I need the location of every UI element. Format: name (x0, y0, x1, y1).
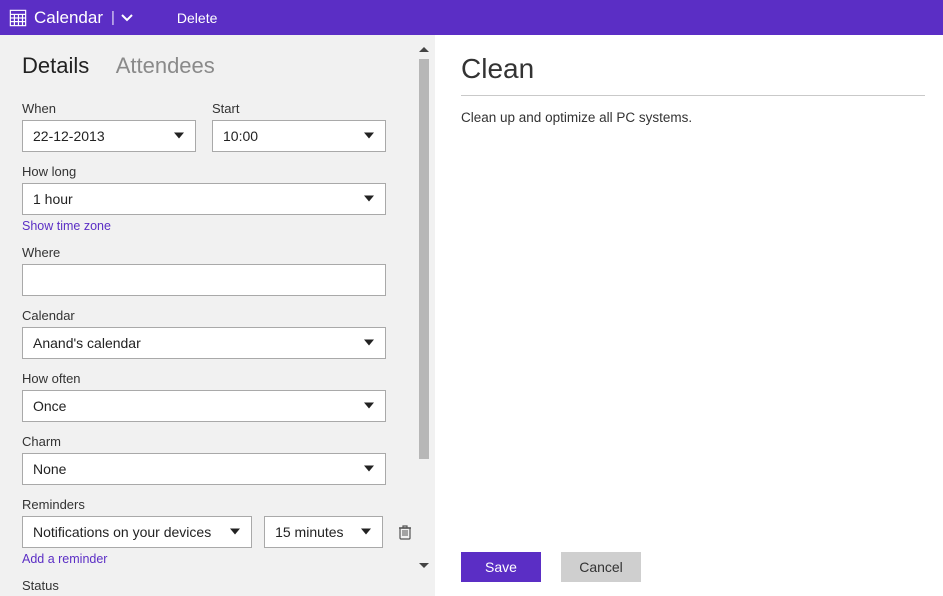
start-value: 10:00 (223, 128, 375, 144)
details-pane: Details Attendees When 22-12-2013 Start … (0, 35, 435, 596)
calendar-icon (8, 8, 28, 28)
show-timezone-link[interactable]: Show time zone (22, 219, 111, 233)
app-header: Calendar | Delete (0, 0, 943, 35)
reminders-label: Reminders (22, 497, 415, 512)
add-reminder-link[interactable]: Add a reminder (22, 552, 107, 566)
chevron-down-icon (363, 192, 375, 207)
status-label: Status (22, 578, 415, 593)
reminder-type-select[interactable]: Notifications on your devices (22, 516, 252, 548)
start-label: Start (212, 101, 386, 116)
reminder-time-select[interactable]: 15 minutes (264, 516, 383, 548)
charm-value: None (33, 461, 375, 477)
chevron-down-icon (363, 129, 375, 144)
howoften-label: How often (22, 371, 415, 386)
reminder-time-value: 15 minutes (275, 524, 372, 540)
where-input[interactable] (22, 264, 386, 296)
chevron-down-icon (173, 129, 185, 144)
when-label: When (22, 101, 196, 116)
where-label: Where (22, 245, 415, 260)
trash-icon (398, 524, 412, 540)
action-bar: Save Cancel (461, 552, 641, 582)
cancel-button[interactable]: Cancel (561, 552, 641, 582)
scroll-down-icon[interactable] (417, 558, 431, 572)
howlong-select[interactable]: 1 hour (22, 183, 386, 215)
header-divider: | (111, 9, 115, 26)
calendar-value: Anand's calendar (33, 335, 375, 351)
calendar-select[interactable]: Anand's calendar (22, 327, 386, 359)
tabs: Details Attendees (22, 53, 415, 79)
scrollbar[interactable] (417, 43, 431, 572)
howlong-value: 1 hour (33, 191, 375, 207)
howlong-label: How long (22, 164, 415, 179)
scroll-thumb[interactable] (419, 59, 429, 459)
calendar-label: Calendar (22, 308, 415, 323)
app-title: Calendar (34, 8, 103, 28)
chevron-down-icon (229, 525, 241, 540)
delete-reminder-button[interactable] (395, 522, 415, 542)
scroll-up-icon[interactable] (417, 43, 431, 57)
reminder-type-value: Notifications on your devices (33, 524, 241, 540)
charm-select[interactable]: None (22, 453, 386, 485)
howoften-value: Once (33, 398, 375, 414)
header-menu-chevron[interactable] (121, 12, 133, 24)
chevron-down-icon (363, 462, 375, 477)
chevron-down-icon (363, 336, 375, 351)
when-value: 22-12-2013 (33, 128, 185, 144)
when-select[interactable]: 22-12-2013 (22, 120, 196, 152)
delete-button[interactable]: Delete (177, 10, 217, 26)
howoften-select[interactable]: Once (22, 390, 386, 422)
start-select[interactable]: 10:00 (212, 120, 386, 152)
event-pane: Clean Clean up and optimize all PC syste… (435, 35, 943, 596)
chevron-down-icon (360, 525, 372, 540)
tab-details[interactable]: Details (22, 53, 89, 78)
charm-label: Charm (22, 434, 415, 449)
chevron-down-icon (363, 399, 375, 414)
event-description[interactable]: Clean up and optimize all PC systems. (461, 110, 925, 125)
event-title[interactable]: Clean (461, 53, 925, 96)
tab-attendees[interactable]: Attendees (116, 53, 215, 78)
save-button[interactable]: Save (461, 552, 541, 582)
